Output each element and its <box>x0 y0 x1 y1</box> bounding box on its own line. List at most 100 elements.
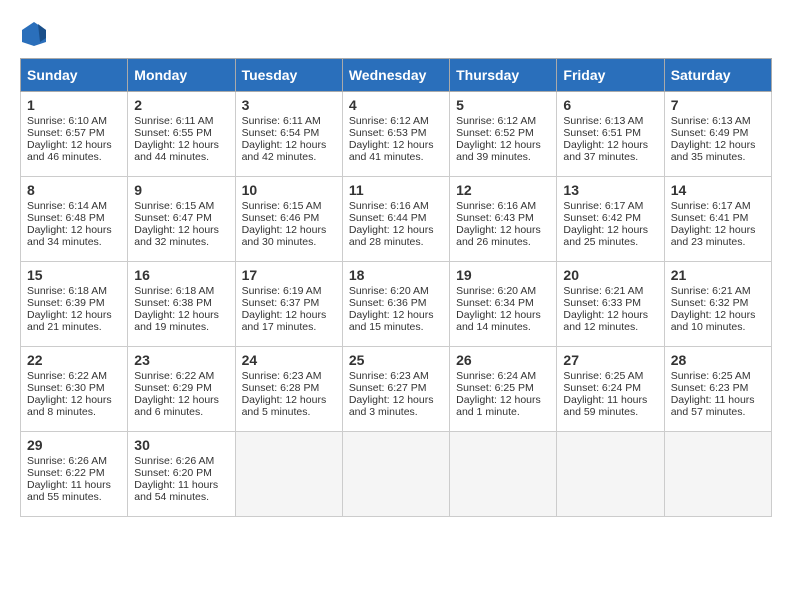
sunrise-text: Sunrise: 6:11 AM <box>134 115 213 127</box>
day-number: 4 <box>349 97 443 113</box>
sunset-text: Sunset: 6:22 PM <box>27 467 105 479</box>
day-number: 13 <box>563 182 657 198</box>
calendar-cell: 13Sunrise: 6:17 AMSunset: 6:42 PMDayligh… <box>557 177 664 262</box>
sunrise-text: Sunrise: 6:17 AM <box>563 200 643 212</box>
day-number: 9 <box>134 182 228 198</box>
sunset-text: Sunset: 6:27 PM <box>349 382 427 394</box>
sunrise-text: Sunrise: 6:11 AM <box>242 115 321 127</box>
calendar-cell: 16Sunrise: 6:18 AMSunset: 6:38 PMDayligh… <box>128 262 235 347</box>
sunset-text: Sunset: 6:29 PM <box>134 382 212 394</box>
sunrise-text: Sunrise: 6:20 AM <box>349 285 429 297</box>
daylight-text: Daylight: 12 hours and 25 minutes. <box>563 224 648 248</box>
sunset-text: Sunset: 6:43 PM <box>456 212 534 224</box>
day-number: 1 <box>27 97 121 113</box>
calendar-week-3: 15Sunrise: 6:18 AMSunset: 6:39 PMDayligh… <box>21 262 772 347</box>
daylight-text: Daylight: 12 hours and 15 minutes. <box>349 309 434 333</box>
daylight-text: Daylight: 12 hours and 5 minutes. <box>242 394 327 418</box>
sunrise-text: Sunrise: 6:24 AM <box>456 370 536 382</box>
calendar-cell: 14Sunrise: 6:17 AMSunset: 6:41 PMDayligh… <box>664 177 771 262</box>
column-header-saturday: Saturday <box>664 59 771 92</box>
day-number: 6 <box>563 97 657 113</box>
day-number: 15 <box>27 267 121 283</box>
sunset-text: Sunset: 6:52 PM <box>456 127 534 139</box>
sunset-text: Sunset: 6:23 PM <box>671 382 749 394</box>
sunrise-text: Sunrise: 6:16 AM <box>349 200 429 212</box>
day-number: 20 <box>563 267 657 283</box>
calendar-cell: 5Sunrise: 6:12 AMSunset: 6:52 PMDaylight… <box>450 92 557 177</box>
calendar-cell: 30Sunrise: 6:26 AMSunset: 6:20 PMDayligh… <box>128 432 235 517</box>
calendar-week-4: 22 Sunrise: 6:22 AMSunset: 6:30 PM Dayligh… <box>21 347 772 432</box>
sunrise-text: Sunrise: 6:22 AM <box>27 370 107 382</box>
day-number: 22 <box>27 352 121 368</box>
sunset-text: Sunset: 6:57 PM <box>27 127 105 139</box>
calendar-cell: 1Sunrise: 6:10 AMSunset: 6:57 PMDaylight… <box>21 92 128 177</box>
daylight-text: Daylight: 12 hours and 35 minutes. <box>671 139 756 163</box>
column-header-monday: Monday <box>128 59 235 92</box>
calendar-body: 1Sunrise: 6:10 AMSunset: 6:57 PMDaylight… <box>21 92 772 517</box>
calendar-cell <box>342 432 449 517</box>
sunset-text: Sunset: 6:33 PM <box>563 297 641 309</box>
calendar-cell: 29Sunrise: 6:26 AMSunset: 6:22 PMDayligh… <box>21 432 128 517</box>
daylight-text: Daylight: 12 hours and 28 minutes. <box>349 224 434 248</box>
calendar-cell <box>664 432 771 517</box>
sunrise-text: Sunrise: 6:23 AM <box>242 370 322 382</box>
calendar-cell: 15Sunrise: 6:18 AMSunset: 6:39 PMDayligh… <box>21 262 128 347</box>
calendar-cell: 6Sunrise: 6:13 AMSunset: 6:51 PMDaylight… <box>557 92 664 177</box>
sunset-text: Sunset: 6:53 PM <box>349 127 427 139</box>
calendar-week-5: 29Sunrise: 6:26 AMSunset: 6:22 PMDayligh… <box>21 432 772 517</box>
sunset-text: Sunset: 6:30 PM <box>27 382 105 394</box>
day-number: 2 <box>134 97 228 113</box>
day-number: 24 <box>242 352 336 368</box>
sunrise-text: Sunrise: 6:18 AM <box>27 285 107 297</box>
column-header-sunday: Sunday <box>21 59 128 92</box>
daylight-text: Daylight: 12 hours and 17 minutes. <box>242 309 327 333</box>
day-number: 12 <box>456 182 550 198</box>
sunrise-text: Sunrise: 6:18 AM <box>134 285 214 297</box>
calendar-cell: 17Sunrise: 6:19 AMSunset: 6:37 PMDayligh… <box>235 262 342 347</box>
calendar-cell <box>450 432 557 517</box>
day-number: 30 <box>134 437 228 453</box>
daylight-text: Daylight: 12 hours and 12 minutes. <box>563 309 648 333</box>
sunset-text: Sunset: 6:20 PM <box>134 467 212 479</box>
calendar-cell: 20 Sunrise: 6:21 AMSunset: 6:33 PMDayligh… <box>557 262 664 347</box>
calendar-week-2: 8Sunrise: 6:14 AMSunset: 6:48 PMDaylight… <box>21 177 772 262</box>
calendar-cell: 10Sunrise: 6:15 AMSunset: 6:46 PMDayligh… <box>235 177 342 262</box>
sunrise-text: Sunrise: 6:21 AM <box>563 285 643 297</box>
calendar-cell: 24Sunrise: 6:23 AMSunset: 6:28 PMDayligh… <box>235 347 342 432</box>
calendar-cell <box>557 432 664 517</box>
sunrise-text: Sunrise: 6:26 AM <box>134 455 214 467</box>
day-number: 29 <box>27 437 121 453</box>
day-number: 18 <box>349 267 443 283</box>
daylight-text: Daylight: 11 hours and 59 minutes. <box>563 394 647 418</box>
day-number: 5 <box>456 97 550 113</box>
calendar-table: SundayMondayTuesdayWednesdayThursdayFrid… <box>20 58 772 517</box>
day-number: 3 <box>242 97 336 113</box>
calendar-cell: 12Sunrise: 6:16 AMSunset: 6:43 PMDayligh… <box>450 177 557 262</box>
calendar-cell: 9Sunrise: 6:15 AMSunset: 6:47 PMDaylight… <box>128 177 235 262</box>
sunrise-text: Sunrise: 6:14 AM <box>27 200 107 212</box>
calendar-cell: 27Sunrise: 6:25 AMSunset: 6:24 PMDayligh… <box>557 347 664 432</box>
sunrise-text: Sunrise: 6:13 AM <box>671 115 751 127</box>
day-number: 7 <box>671 97 765 113</box>
daylight-text: Daylight: 12 hours and 42 minutes. <box>242 139 327 163</box>
sunrise-text: Sunrise: 6:16 AM <box>456 200 536 212</box>
daylight-text: Daylight: 12 hours and 37 minutes. <box>563 139 648 163</box>
daylight-text: Daylight: 12 hours and 44 minutes. <box>134 139 219 163</box>
calendar-cell: 2Sunrise: 6:11 AMSunset: 6:55 PMDaylight… <box>128 92 235 177</box>
sunrise-text: Sunrise: 6:26 AM <box>27 455 107 467</box>
sunset-text: Sunset: 6:25 PM <box>456 382 534 394</box>
sunset-text: Sunset: 6:24 PM <box>563 382 641 394</box>
daylight-text: Daylight: 12 hours and 34 minutes. <box>27 224 112 248</box>
calendar-cell: 25Sunrise: 6:23 AMSunset: 6:27 PMDayligh… <box>342 347 449 432</box>
column-header-tuesday: Tuesday <box>235 59 342 92</box>
sunrise-text: Sunrise: 6:21 AM <box>671 285 751 297</box>
day-number: 28 <box>671 352 765 368</box>
sunrise-text: Sunrise: 6:12 AM <box>456 115 536 127</box>
day-number: 10 <box>242 182 336 198</box>
sunset-text: Sunset: 6:37 PM <box>242 297 320 309</box>
daylight-text: Daylight: 12 hours and 21 minutes. <box>27 309 112 333</box>
logo <box>20 20 52 48</box>
day-number: 25 <box>349 352 443 368</box>
calendar-cell: 21Sunrise: 6:21 AMSunset: 6:32 PMDayligh… <box>664 262 771 347</box>
sunset-text: Sunset: 6:48 PM <box>27 212 105 224</box>
